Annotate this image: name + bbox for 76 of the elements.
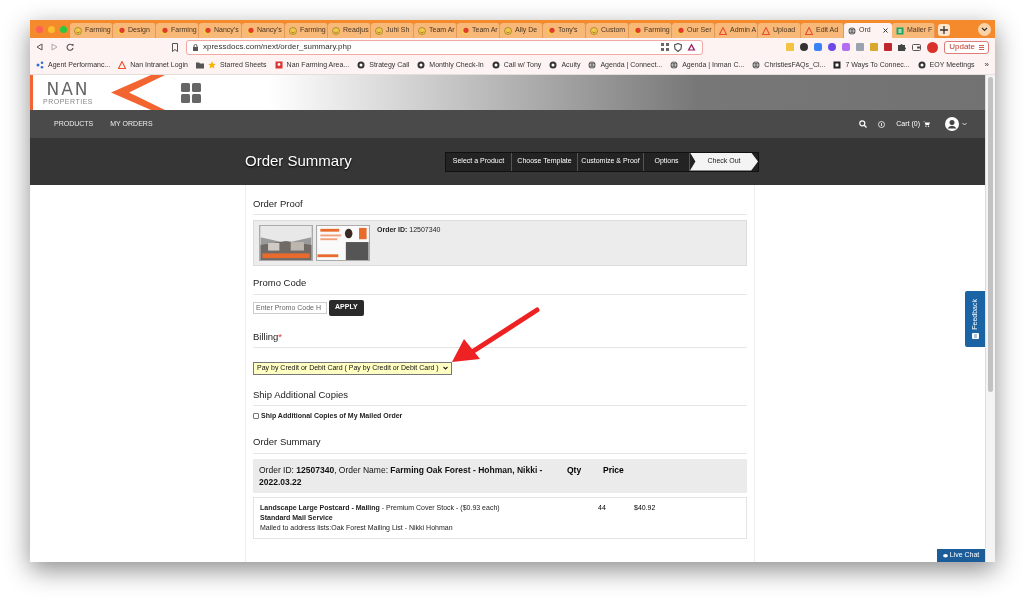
close-icon[interactable] bbox=[883, 28, 888, 33]
circle-logo-icon bbox=[917, 61, 926, 69]
chevron-down-icon bbox=[981, 27, 988, 32]
puzzle-icon[interactable] bbox=[898, 43, 907, 51]
globe-icon bbox=[752, 61, 761, 69]
smiley-icon bbox=[590, 26, 598, 35]
qr-code-icon[interactable] bbox=[661, 43, 669, 51]
update-button[interactable]: Update bbox=[944, 40, 989, 54]
grid-icon[interactable] bbox=[181, 82, 201, 103]
column-header: Price bbox=[603, 463, 624, 477]
smiley-icon bbox=[74, 26, 82, 35]
globe-icon bbox=[848, 26, 856, 35]
smiley-icon bbox=[418, 26, 426, 35]
smiley-icon bbox=[375, 26, 383, 35]
globe-icon bbox=[670, 61, 679, 69]
page-title: Order Summary bbox=[245, 151, 353, 172]
address-bar[interactable]: xpressdocs.com/next/order_summary.php bbox=[186, 39, 703, 55]
smiley-icon bbox=[332, 26, 340, 35]
cart-icon bbox=[923, 121, 930, 127]
order-header-text: Order ID: 12507340, Order Name: Farming Oak Forest - Hohman, Nikki - 2022.03.22 bbox=[259, 463, 544, 488]
spreadsheet-icon bbox=[896, 26, 904, 35]
tomato-icon bbox=[160, 26, 168, 35]
required-mark: * bbox=[278, 329, 283, 344]
more-bookmarks-button[interactable]: » bbox=[984, 59, 989, 71]
search-icon[interactable] bbox=[859, 120, 868, 128]
circle-logo-icon bbox=[549, 61, 558, 69]
section-heading: Promo Code bbox=[253, 276, 307, 291]
chat-icon bbox=[942, 553, 948, 558]
smiley-icon bbox=[504, 26, 512, 35]
tomato-icon bbox=[461, 26, 469, 35]
user-avatar-icon[interactable] bbox=[945, 117, 959, 131]
chevron-down-icon[interactable] bbox=[962, 122, 967, 126]
tomato-icon bbox=[633, 26, 641, 35]
triangle-icon[interactable] bbox=[687, 43, 696, 51]
plus-icon bbox=[940, 26, 948, 34]
folder-icon bbox=[195, 61, 204, 69]
triangle-icon bbox=[719, 26, 727, 35]
caret-icon bbox=[442, 366, 448, 370]
triangle-icon bbox=[118, 61, 127, 69]
chevron-left-icon bbox=[111, 75, 165, 110]
tomato-icon bbox=[203, 26, 211, 35]
star-icon bbox=[207, 61, 216, 69]
tomato-icon bbox=[117, 26, 125, 35]
tab-menu-button[interactable] bbox=[978, 23, 991, 36]
square-logo-icon bbox=[833, 61, 842, 69]
help-icon[interactable] bbox=[878, 120, 886, 128]
section-heading: Order Proof bbox=[253, 197, 303, 211]
globe-icon bbox=[588, 61, 597, 69]
url-text: xpressdocs.com/next/order_summary.php bbox=[203, 41, 352, 53]
tomato-icon bbox=[676, 26, 684, 35]
profile-avatar[interactable] bbox=[927, 41, 939, 53]
section-heading: Ship Additional Copies bbox=[253, 387, 349, 402]
network-icon bbox=[36, 61, 44, 69]
new-tab-button[interactable] bbox=[938, 24, 950, 36]
menu-icon bbox=[979, 44, 984, 50]
back-icon[interactable] bbox=[36, 43, 43, 51]
circle-logo-icon bbox=[491, 61, 500, 69]
bookmark-icon[interactable] bbox=[172, 42, 178, 52]
tomato-icon bbox=[547, 26, 555, 35]
scrollbar[interactable] bbox=[985, 75, 995, 562]
map-pin-icon bbox=[274, 61, 283, 69]
wallet-icon[interactable] bbox=[912, 43, 922, 51]
circle-logo-icon bbox=[417, 61, 426, 69]
lock-icon bbox=[193, 43, 198, 51]
section-heading: Billing bbox=[253, 329, 279, 344]
circle-logo-icon bbox=[357, 61, 366, 69]
tomato-icon bbox=[246, 26, 254, 35]
smiley-icon bbox=[289, 26, 297, 35]
shield-icon[interactable] bbox=[674, 42, 682, 52]
triangle-icon bbox=[762, 26, 770, 35]
reload-icon[interactable] bbox=[66, 43, 74, 51]
comment-icon bbox=[971, 332, 979, 339]
column-header: Qty bbox=[567, 463, 583, 477]
checkbox[interactable] bbox=[253, 412, 259, 419]
triangle-icon bbox=[805, 26, 813, 35]
section-heading: Order Summary bbox=[253, 435, 321, 450]
